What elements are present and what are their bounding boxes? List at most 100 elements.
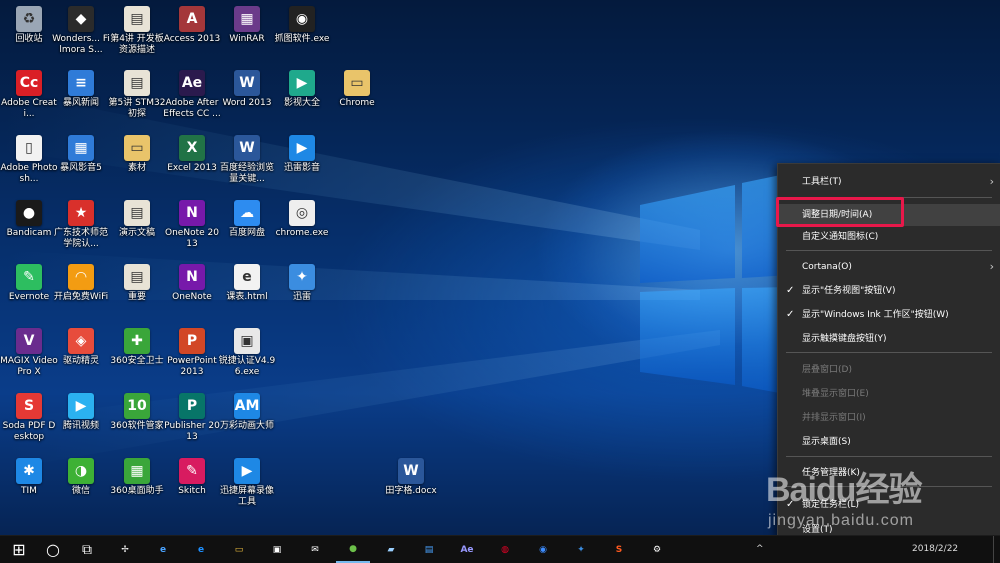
desktop-shortcut[interactable]: ✦ 迅雷 <box>273 260 331 303</box>
taskbar[interactable]: ⊞ ○ ⧉ ^ 2018/2/22 ✢ e e ▭ ▣ ✉ ● ▰ ▤ Ae ◍ ◉ ✦ S ⚙ <box>0 535 1000 563</box>
context-menu-item[interactable]: 任务管理器(K) <box>778 462 1000 484</box>
checkmark-icon: ✓ <box>786 285 795 296</box>
magix-icon: V <box>16 328 42 354</box>
desktop-shortcut-label: Excel 2013 <box>167 163 217 173</box>
desktop-shortcut[interactable]: ▶ 迅雷影音 <box>273 131 331 174</box>
submenu-arrow-icon: › <box>989 260 994 273</box>
desktop-shortcut[interactable]: ☁ 百度网盘 <box>218 196 276 239</box>
desktop-shortcut[interactable]: W Word 2013 <box>218 66 276 109</box>
desktop-shortcut[interactable]: ▤ 演示文稿 <box>108 196 166 239</box>
taskbar-app-button[interactable]: e <box>184 536 218 563</box>
desktop-shortcut[interactable]: ▦ 暴风影音5 <box>52 131 110 174</box>
360-software-icon: 10 <box>124 393 150 419</box>
onenote-icon: N <box>179 264 205 290</box>
desktop-shortcut[interactable]: ♻ 回收站 <box>0 2 58 45</box>
desktop-shortcut[interactable]: S Soda PDF Desktop <box>0 389 58 443</box>
word-icon: W <box>234 70 260 96</box>
folder-file-icon: ▤ <box>124 200 150 226</box>
taskbar-app-button[interactable]: ✢ <box>108 536 142 563</box>
desktop-shortcut[interactable]: V MAGIX Video Pro X <box>0 324 58 378</box>
desktop-shortcut[interactable]: ▤ 重要 <box>108 260 166 303</box>
taskbar-app-button[interactable]: ▭ <box>222 536 256 563</box>
desktop-shortcut[interactable]: X Excel 2013 <box>163 131 221 174</box>
taskbar-app-button[interactable]: ◉ <box>526 536 560 563</box>
context-menu-item[interactable]: ✓ 显示"Windows Ink 工作区"按钮(W) <box>778 304 1000 326</box>
desktop-shortcut[interactable]: A Access 2013 <box>163 2 221 45</box>
taskbar-app-button[interactable]: S <box>602 536 636 563</box>
context-menu-item[interactable]: Cortana(O) › <box>778 256 1000 278</box>
after-effects-icon: Ae <box>460 544 474 555</box>
desktop-shortcut[interactable]: ✎ Skitch <box>163 454 221 497</box>
desktop-shortcut-label: Publisher 2013 <box>164 421 220 442</box>
taskbar-app-button[interactable]: ▣ <box>260 536 294 563</box>
bandicam-icon: ● <box>16 200 42 226</box>
desktop-shortcut[interactable]: ◑ 微信 <box>52 454 110 497</box>
show-desktop-button[interactable] <box>993 536 1000 563</box>
desktop-shortcut[interactable]: W 田字格.docx <box>382 454 440 497</box>
desktop-shortcut[interactable]: ▯ Adobe Photosh... <box>0 131 58 185</box>
start-button[interactable]: ⊞ <box>2 536 36 563</box>
desktop-shortcut[interactable]: ▤ 第4讲 开发板资源描述 <box>108 2 166 56</box>
context-menu-item[interactable]: 自定义通知图标(C) <box>778 226 1000 248</box>
desktop-shortcut[interactable]: P PowerPoint 2013 <box>163 324 221 378</box>
desktop-shortcut[interactable]: ✎ Evernote <box>0 260 58 303</box>
context-menu-item[interactable]: 显示触摸键盘按钮(Y) <box>778 328 1000 350</box>
desktop-shortcut-label: 迅捷屏幕录像工具 <box>219 486 274 507</box>
desktop-shortcut[interactable]: ◠ 开启免费WiFi <box>52 260 110 303</box>
desktop-shortcut[interactable]: ▭ 素材 <box>108 131 166 174</box>
desktop-shortcut[interactable]: ▶ 迅捷屏幕录像工具 <box>218 454 276 508</box>
desktop-shortcut[interactable]: ▤ 第5讲 STM32初探 <box>108 66 166 120</box>
task-view-button[interactable]: ⧉ <box>70 536 104 563</box>
desktop-shortcut-label: chrome.exe <box>275 228 329 238</box>
taskbar-app-button[interactable]: ◍ <box>488 536 522 563</box>
desktop-shortcut-label: 课表.html <box>226 292 268 302</box>
tray-date[interactable]: 2018/2/22 <box>912 536 972 563</box>
taskbar-app-button[interactable]: Ae <box>450 536 484 563</box>
desktop-shortcut[interactable]: ▶ 腾讯视频 <box>52 389 110 432</box>
desktop-shortcut[interactable]: N OneNote <box>163 260 221 303</box>
html-file-icon: e <box>234 264 260 290</box>
context-menu-item[interactable]: ✓ 锁定任务栏(L) <box>778 494 1000 516</box>
desktop-shortcut[interactable]: Cc Adobe Creati... <box>0 66 58 120</box>
mail-icon: ✉ <box>311 544 319 555</box>
desktop-shortcut[interactable]: e 课表.html <box>218 260 276 303</box>
desktop-shortcut[interactable]: ▭ Chrome <box>328 66 386 109</box>
desktop-shortcut[interactable]: ✱ TIM <box>0 454 58 497</box>
desktop-shortcut[interactable]: ◈ 驱动精灵 <box>52 324 110 367</box>
desktop-shortcut[interactable]: ≡ 暴风新闻 <box>52 66 110 109</box>
driver-icon: ◈ <box>68 328 94 354</box>
taskbar-app-button[interactable]: ✉ <box>298 536 332 563</box>
taskbar-app-button[interactable]: ✦ <box>564 536 598 563</box>
context-menu-item[interactable]: ✓ 显示"任务视图"按钮(V) <box>778 280 1000 302</box>
desktop-shortcut[interactable]: ◉ 抓图软件.exe <box>273 2 331 45</box>
desktop-shortcut-label: 回收站 <box>15 34 43 44</box>
desktop-shortcut[interactable]: N OneNote 2013 <box>163 196 221 250</box>
desktop-shortcut[interactable]: W 百度经验浏览量关键... <box>218 131 276 185</box>
folder-icon: ▭ <box>344 70 370 96</box>
context-menu-item: 堆叠显示窗口(E) <box>778 383 1000 405</box>
desktop-shortcut[interactable]: ● Bandicam <box>0 196 58 239</box>
context-menu-item[interactable]: 显示桌面(S) <box>778 431 1000 453</box>
desktop-shortcut[interactable]: ▣ 锐捷认证V4.96.exe <box>218 324 276 378</box>
tray-overflow-chevron[interactable]: ^ <box>756 536 764 563</box>
context-menu-item-label: 锁定任务栏(L) <box>802 500 860 510</box>
taskbar-app-button[interactable]: ▤ <box>412 536 446 563</box>
taskbar-app-button[interactable]: ▰ <box>374 536 408 563</box>
desktop-shortcut[interactable]: ◎ chrome.exe <box>273 196 331 239</box>
cortana-search-button[interactable]: ○ <box>36 536 70 563</box>
taskbar-app-button[interactable]: e <box>146 536 180 563</box>
desktop-shortcut[interactable]: ▶ 影视大全 <box>273 66 331 109</box>
desktop-shortcut[interactable]: AM 万彩动画大师 <box>218 389 276 432</box>
desktop-shortcut[interactable]: ✚ 360安全卫士 <box>108 324 166 367</box>
desktop-shortcut[interactable]: ▦ WinRAR <box>218 2 276 45</box>
taskbar-app-button[interactable]: ● <box>336 536 370 563</box>
desktop-shortcut[interactable]: ★ 广东技术师范学院认... <box>52 196 110 250</box>
desktop-shortcut[interactable]: ◆ Wonders... Filmora S... <box>52 2 110 56</box>
context-menu-item[interactable]: 工具栏(T) › <box>778 171 1000 193</box>
desktop-shortcut[interactable]: P Publisher 2013 <box>163 389 221 443</box>
desktop-shortcut[interactable]: ▦ 360桌面助手 <box>108 454 166 497</box>
skitch-icon: ✎ <box>179 458 205 484</box>
desktop-shortcut[interactable]: Ae Adobe After Effects CC ... <box>163 66 221 120</box>
desktop-shortcut[interactable]: 10 360软件管家 <box>108 389 166 432</box>
taskbar-app-button[interactable]: ⚙ <box>640 536 674 563</box>
